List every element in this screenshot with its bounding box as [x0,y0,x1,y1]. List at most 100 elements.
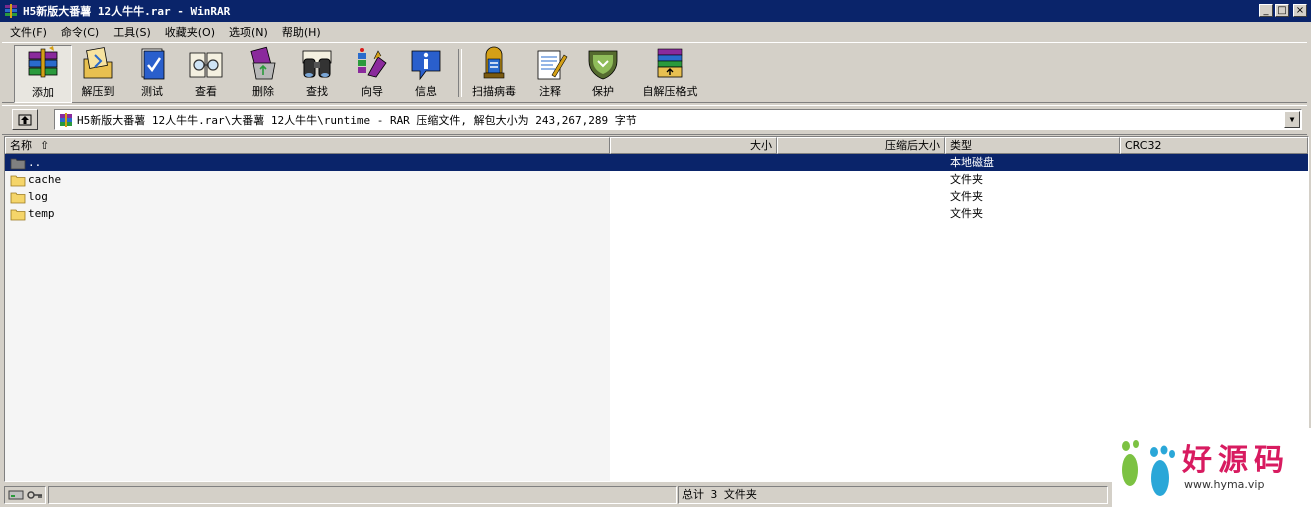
menu-tools[interactable]: 工具(S) [104,24,156,40]
test-book-icon [141,48,165,80]
column-header-type[interactable]: 类型 [945,137,1120,154]
protect-shield-icon [588,50,618,80]
view-button[interactable]: 查看 [180,45,232,101]
address-bar: H5新版大番薯 12人牛牛.rar\大番薯 12人牛牛\runtime - RA… [2,105,1307,135]
column-header-packed[interactable]: 压缩后大小 [777,137,945,154]
menu-favorites[interactable]: 收藏夹(O) [156,24,220,40]
delete-button-label: 删除 [252,85,274,98]
find-button-label: 查找 [306,85,328,98]
status-summary: 总计 3 文件夹 [682,488,757,501]
find-button[interactable]: 查找 [292,45,342,101]
file-type: 文件夹 [950,207,983,220]
file-name-cell: log [10,188,48,205]
menu-commands[interactable]: 命令(C) [52,24,104,40]
table-row-cache[interactable]: cache 文件夹 [5,171,1308,188]
path-combobox[interactable]: H5新版大番薯 12人牛牛.rar\大番薯 12人牛牛\runtime - RA… [54,109,1302,130]
menu-file[interactable]: 文件(F) [0,24,52,40]
minimize-button[interactable]: _ [1259,4,1273,17]
protect-button[interactable]: 保护 [580,45,626,101]
comment-icon [537,50,568,80]
view-glasses-icon [189,52,223,78]
protect-button-label: 保护 [592,85,614,98]
extract-to-button[interactable]: 解压到 [72,45,124,101]
file-name: temp [28,207,55,220]
delete-button[interactable]: 删除 [238,45,288,101]
column-crc-label: CRC32 [1125,139,1162,152]
parent-folder-icon [10,158,26,169]
books-add-icon [28,46,58,78]
view-button-label: 查看 [195,85,217,98]
virus-scan-button[interactable]: 扫描病毒 [464,45,524,101]
column-header-crc[interactable]: CRC32 [1120,137,1308,154]
status-drive-panel[interactable] [4,486,46,504]
status-selection-panel [48,486,677,504]
file-name-cell: cache [10,171,61,188]
wizard-button[interactable]: 向导 [346,45,398,101]
up-folder-button[interactable] [12,109,38,130]
chevron-down-icon: ▼ [1289,115,1295,124]
maximize-button[interactable]: □ [1275,4,1289,17]
file-name: log [28,190,48,203]
info-button-label: 信息 [415,85,437,98]
toolbar: 添加 解压到 测试 查看 删除 查找 向导 信息 扫描病毒 注释 保护 自解压格… [2,42,1307,103]
wizard-icon [358,48,387,78]
column-packed-label: 压缩后大小 [885,139,940,152]
comment-button-label: 注释 [539,85,561,98]
file-name: .. [28,156,42,169]
title-bar[interactable]: H5新版大番薯 12人牛牛.rar - WinRAR _ □ × [0,0,1311,22]
file-name: cache [28,173,62,186]
sfx-button[interactable]: 自解压格式 [634,45,706,101]
test-button-label: 测试 [141,85,163,98]
rar-archive-icon [60,112,72,127]
path-dropdown-button[interactable]: ▼ [1284,111,1300,128]
watermark-text: 好源码 www.hyma.vip [1182,443,1290,492]
column-header-name[interactable]: 名称 ⇧ [5,137,610,154]
sfx-icon [657,48,683,78]
watermark: 好源码 www.hyma.vip [1112,428,1311,507]
delete-recycle-icon [250,46,276,80]
up-arrow-icon [18,114,32,125]
menu-bar: 文件(F) 命令(C) 工具(S) 收藏夹(O) 选项(N) 帮助(H) [0,22,1311,41]
column-size-label: 大小 [750,139,772,152]
file-type: 本地磁盘 [950,156,994,169]
footprint-logo-icon [1122,440,1175,496]
info-icon [411,50,441,81]
find-binoculars-icon [302,50,332,78]
winrar-app-icon [5,4,17,18]
close-button[interactable]: × [1293,4,1307,17]
file-type: 文件夹 [950,173,983,186]
file-name-cell: .. [10,154,41,171]
watermark-brand: 好源码 [1182,443,1290,478]
file-type: 文件夹 [950,190,983,203]
add-button[interactable]: 添加 [14,45,72,103]
table-row-temp[interactable]: temp 文件夹 [5,205,1308,222]
column-name-label: 名称 [10,139,32,152]
column-header-size[interactable]: 大小 [610,137,777,154]
folder-icon [10,192,26,203]
virus-scan-button-label: 扫描病毒 [472,85,516,98]
status-summary-panel: 总计 3 文件夹 [678,486,1108,504]
folder-icon [10,175,26,186]
sfx-button-label: 自解压格式 [642,85,698,98]
test-button[interactable]: 测试 [128,45,176,101]
path-text: H5新版大番薯 12人牛牛.rar\大番薯 12人牛牛\runtime - RA… [77,113,637,127]
comment-button[interactable]: 注释 [528,45,572,101]
menu-options[interactable]: 选项(N) [220,24,273,40]
key-icon [27,491,42,499]
window-controls: _ □ × [1259,4,1307,17]
virus-scan-icon [483,46,505,79]
sort-ascending-icon: ⇧ [40,139,50,152]
table-row-log[interactable]: log 文件夹 [5,188,1308,205]
column-type-label: 类型 [950,139,972,152]
window-title: H5新版大番薯 12人牛牛.rar - WinRAR [23,5,231,18]
wizard-button-label: 向导 [361,85,383,98]
file-name-cell: temp [10,205,55,222]
info-button[interactable]: 信息 [402,45,450,101]
drive-icon [8,490,24,500]
extract-folder-icon [83,47,113,79]
watermark-url: www.hyma.vip [1184,478,1265,491]
extract-to-button-label: 解压到 [81,85,115,98]
add-button-label: 添加 [32,86,54,99]
table-row-parent[interactable]: .. 本地磁盘 [5,154,1308,171]
menu-help[interactable]: 帮助(H) [273,24,326,40]
